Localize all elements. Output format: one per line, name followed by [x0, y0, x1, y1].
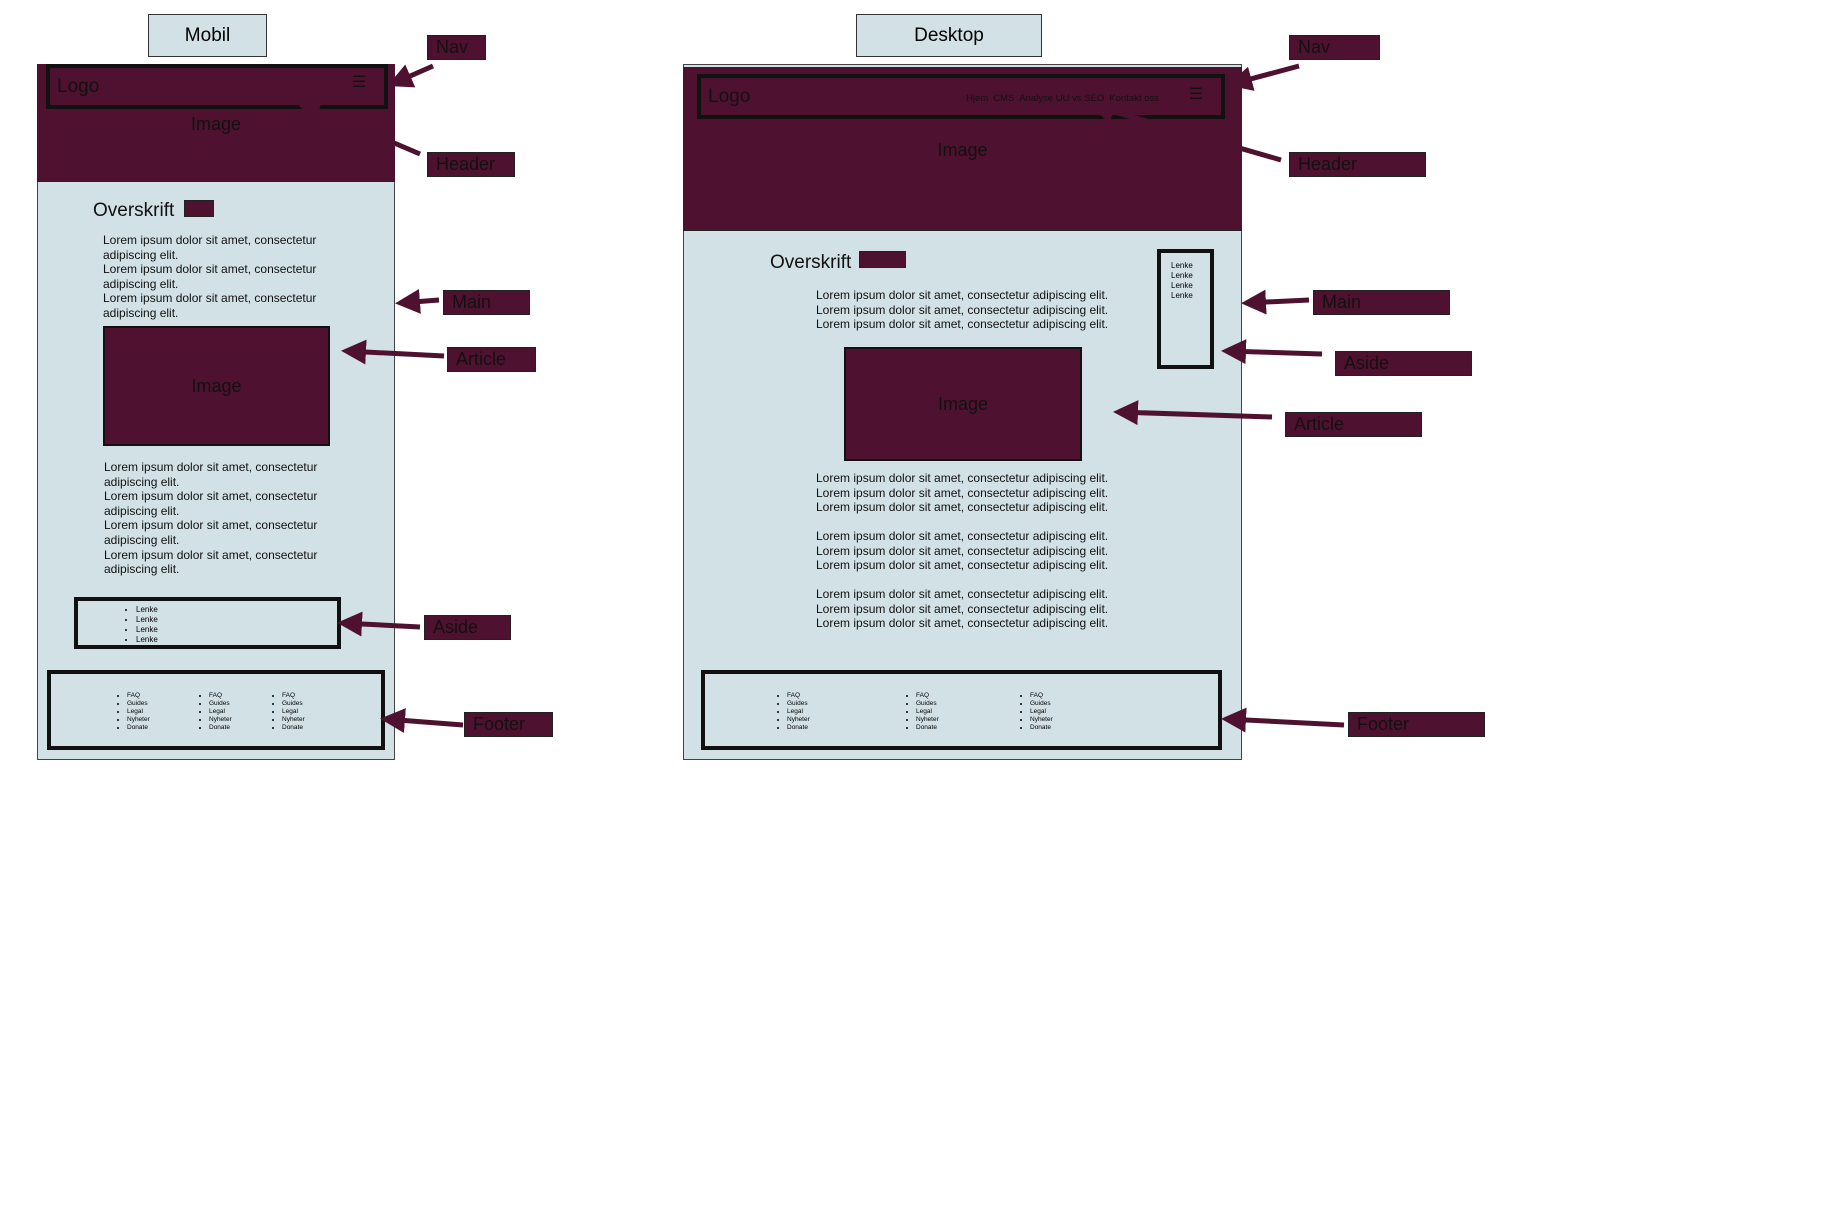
- aside-link[interactable]: Lenke: [136, 605, 158, 615]
- footer-link[interactable]: Guides: [282, 700, 305, 708]
- footer-link[interactable]: Nyheter: [787, 716, 810, 724]
- footer-link[interactable]: Donate: [916, 724, 939, 732]
- footer-link[interactable]: Guides: [916, 700, 939, 708]
- heading-tag: [184, 200, 214, 217]
- footer-link[interactable]: Legal: [1030, 708, 1053, 716]
- desktop-footer: FAQ Guides Legal Nyheter Donate FAQ Guid…: [701, 670, 1222, 750]
- footer-link[interactable]: Nyheter: [127, 716, 150, 724]
- aside-links: Lenke Lenke Lenke Lenke: [1171, 261, 1193, 301]
- heading-tag: [859, 251, 906, 268]
- desktop-logo: Logo: [708, 86, 751, 107]
- nav-link-hjem[interactable]: Hjem: [966, 93, 988, 104]
- desktop-paragraph-3: Lorem ipsum dolor sit amet, consectetur …: [816, 587, 1109, 631]
- arrow-icon: [1221, 707, 1345, 733]
- mobile-title: Mobil: [148, 14, 267, 57]
- label-main: Main: [1313, 290, 1450, 315]
- desktop-nav-links: Hjem CMS Analyse UU vs SEO Kontakt oss: [966, 93, 1159, 104]
- footer-link[interactable]: Donate: [209, 724, 232, 732]
- footer-link[interactable]: Donate: [127, 724, 150, 732]
- desktop-paragraph-1: Lorem ipsum dolor sit amet, consectetur …: [816, 471, 1109, 515]
- aside-link[interactable]: Lenke: [1171, 291, 1193, 301]
- label-nav: Nav: [1289, 35, 1380, 60]
- label-nav: Nav: [427, 35, 486, 60]
- mobile-intro: Lorem ipsum dolor sit amet, consectetur a…: [103, 233, 317, 320]
- mobile-aside: Lenke Lenke Lenke Lenke: [74, 597, 341, 649]
- desktop-intro: Lorem ipsum dolor sit amet, consectetur …: [816, 288, 1109, 332]
- nav-link-analyse[interactable]: Analyse UU vs SEO: [1019, 93, 1104, 104]
- desktop-title: Desktop: [856, 14, 1042, 57]
- label-aside: Aside: [1335, 351, 1472, 376]
- mobile-logo: Logo: [57, 76, 100, 97]
- aside-link[interactable]: Lenke: [1171, 271, 1193, 281]
- label-header: Header: [427, 152, 515, 177]
- hamburger-icon[interactable]: ☰: [352, 72, 366, 92]
- footer-link[interactable]: Legal: [282, 708, 305, 716]
- footer-link[interactable]: Nyheter: [209, 716, 232, 724]
- aside-link[interactable]: Lenke: [136, 635, 158, 645]
- arrow-icon: [387, 63, 435, 88]
- desktop-heading: Overskrift: [770, 252, 852, 273]
- footer-link[interactable]: Donate: [787, 724, 810, 732]
- footer-link[interactable]: FAQ: [916, 692, 939, 700]
- footer-link[interactable]: Legal: [209, 708, 232, 716]
- arrow-icon: [1227, 63, 1300, 91]
- footer-link[interactable]: FAQ: [282, 692, 305, 700]
- footer-link[interactable]: Nyheter: [1030, 716, 1053, 724]
- footer-link[interactable]: Donate: [1030, 724, 1053, 732]
- aside-link[interactable]: Lenke: [136, 615, 158, 625]
- nav-link-kontakt[interactable]: Kontakt oss: [1109, 93, 1159, 104]
- footer-link[interactable]: Nyheter: [916, 716, 939, 724]
- label-main: Main: [443, 290, 530, 315]
- desktop-paragraph-2: Lorem ipsum dolor sit amet, consectetur …: [816, 529, 1109, 573]
- mobile-body: Lorem ipsum dolor sit amet, consectetur a…: [104, 460, 318, 577]
- footer-link[interactable]: Guides: [127, 700, 150, 708]
- footer-link[interactable]: Guides: [209, 700, 232, 708]
- desktop-header-image-label: Image: [937, 140, 988, 160]
- hamburger-icon[interactable]: ☰: [1189, 84, 1203, 104]
- footer-link[interactable]: Guides: [787, 700, 810, 708]
- aside-link[interactable]: Lenke: [1171, 281, 1193, 291]
- mobile-header-image-label: Image: [190, 114, 242, 134]
- footer-link[interactable]: FAQ: [787, 692, 810, 700]
- footer-link[interactable]: Donate: [282, 724, 305, 732]
- footer-link[interactable]: Legal: [127, 708, 150, 716]
- image-label: Image: [191, 375, 242, 396]
- mobile-heading: Overskrift: [93, 200, 175, 221]
- footer-link[interactable]: FAQ: [209, 692, 232, 700]
- image-label: Image: [937, 393, 989, 414]
- arrow-icon: [380, 708, 464, 733]
- footer-link[interactable]: Legal: [787, 708, 810, 716]
- arrow-icon: [395, 289, 440, 314]
- footer-link[interactable]: Guides: [1030, 700, 1053, 708]
- mobile-article-image: Image: [103, 326, 330, 446]
- footer-link[interactable]: Nyheter: [282, 716, 305, 724]
- label-header: Header: [1289, 152, 1426, 177]
- label-article: Article: [447, 347, 536, 372]
- arrow-icon: [1241, 289, 1310, 315]
- label-aside: Aside: [424, 615, 511, 640]
- nav-link-cms[interactable]: CMS: [993, 93, 1014, 104]
- footer-link[interactable]: FAQ: [1030, 692, 1053, 700]
- footer-link[interactable]: FAQ: [127, 692, 150, 700]
- label-footer: Footer: [464, 712, 553, 737]
- desktop-aside: Lenke Lenke Lenke Lenke: [1157, 249, 1214, 369]
- aside-link[interactable]: Lenke: [136, 625, 158, 635]
- label-footer: Footer: [1348, 712, 1485, 737]
- desktop-article-image: Image: [844, 347, 1082, 461]
- mobile-footer: FAQ Guides Legal Nyheter Donate FAQ Guid…: [47, 670, 385, 750]
- footer-link[interactable]: Legal: [916, 708, 939, 716]
- aside-link[interactable]: Lenke: [1171, 261, 1193, 271]
- label-article: Article: [1285, 412, 1422, 437]
